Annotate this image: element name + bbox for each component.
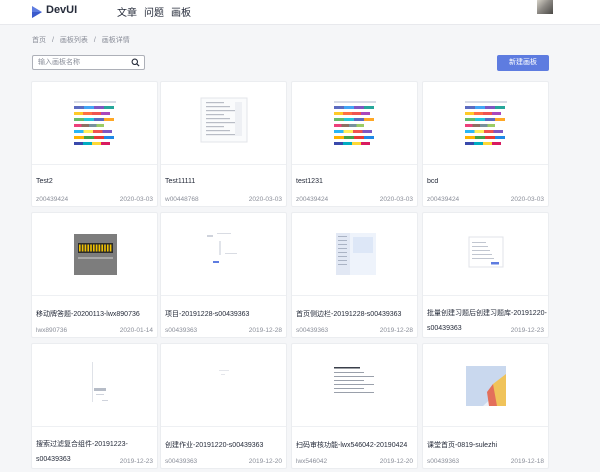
board-author: z00439424 — [36, 196, 69, 203]
breadcrumb-home[interactable]: 首页 — [32, 37, 46, 44]
board-title[interactable]: 课堂首页-0819-sulezhi — [427, 440, 547, 450]
board-card[interactable]: 移动牌答题-20200113-lwx890736 lwx890736 2020-01… — [31, 212, 158, 338]
board-title-text: bcd — [427, 178, 439, 185]
board-author: s00439363 — [165, 327, 198, 334]
board-card[interactable]: Test11111 w00448768 2020-03-03 — [160, 81, 287, 207]
board-date: 2019-12-20 — [379, 458, 413, 465]
board-title-text: 创建作业-20191220-s00439363 — [165, 442, 264, 449]
board-thumbnail[interactable] — [292, 82, 417, 165]
board-date: 2020-03-03 — [119, 196, 153, 203]
board-author: s00439363 — [165, 458, 198, 465]
board-thumbnail[interactable] — [161, 344, 286, 427]
board-title[interactable]: Test11111 — [165, 178, 285, 185]
nav-questions[interactable]: 问题 — [144, 4, 164, 19]
board-title[interactable]: 扫码审核功能-lwx546042-20190424 — [296, 440, 416, 450]
board-author: w00448768 — [165, 196, 199, 203]
board-title-text: 批量创建习题后创建习题库-20191220- — [427, 310, 547, 317]
board-thumbnail[interactable] — [161, 213, 286, 296]
user-avatar[interactable] — [537, 0, 553, 14]
board-date: 2020-01-14 — [119, 327, 153, 334]
board-title[interactable]: 首页侧边栏-20191228-s00439363 — [296, 309, 416, 319]
board-date: 2019-12-28 — [248, 327, 282, 334]
board-title[interactable]: Test2 — [36, 178, 156, 185]
board-thumbnail[interactable] — [292, 213, 417, 296]
board-thumbnail[interactable] — [423, 82, 548, 165]
board-date: 2020-03-03 — [379, 196, 413, 203]
board-author: z00439424 — [296, 196, 329, 203]
board-thumbnail[interactable] — [32, 344, 157, 427]
board-card[interactable]: Test2 z00439424 2020-03-03 — [31, 81, 158, 207]
board-thumbnail[interactable] — [32, 213, 157, 296]
board-card[interactable]: test1231 z00439424 2020-03-03 — [291, 81, 418, 207]
board-title-text: 搜索过滤复合组件-20191223- — [36, 441, 128, 448]
board-title-text: test1231 — [296, 178, 323, 185]
board-card[interactable]: 创建作业-20191220-s00439363 s00439363 2019-12-… — [160, 343, 287, 469]
board-author: lwx546042 — [296, 458, 328, 465]
board-title[interactable]: 项目-20191228-s00439363 — [165, 309, 285, 319]
board-thumbnail[interactable] — [292, 344, 417, 427]
board-card[interactable]: bcd z00439424 2020-03-03 — [422, 81, 549, 207]
board-title[interactable]: test1231 — [296, 178, 416, 185]
board-title-text: 课堂首页-0819-sulezhi — [427, 442, 498, 449]
board-card[interactable]: 扫码审核功能-lwx546042-20190424 lwx546042 2019-1… — [291, 343, 418, 469]
breadcrumb: 首页 / 画板列表 / 画板详情 — [32, 35, 134, 45]
breadcrumb-separator: / — [51, 37, 54, 44]
board-date: 2019-12-28 — [379, 327, 413, 334]
board-thumbnail[interactable] — [32, 82, 157, 165]
board-date: 2019-12-18 — [510, 458, 544, 465]
board-author: lwx890736 — [36, 327, 68, 334]
breadcrumb-board-list[interactable]: 画板列表 — [60, 37, 88, 44]
board-title-text: 扫码审核功能-lwx546042-20190424 — [296, 442, 408, 449]
board-card[interactable]: 课堂首页-0819-sulezhi s00439363 2019-12-18 — [422, 343, 549, 469]
devui-logo-icon[interactable] — [31, 5, 43, 19]
board-title-text: 首页侧边栏-20191228-s00439363 — [296, 311, 402, 318]
board-card[interactable]: 搜索过滤复合组件-20191223- s00439363 2019-12-23 — [31, 343, 158, 469]
board-author: s00439363 — [296, 327, 329, 334]
board-author: s00439363 — [427, 458, 460, 465]
search-input[interactable] — [33, 56, 134, 69]
board-title-text: 项目-20191228-s00439363 — [165, 311, 250, 318]
board-card[interactable]: 项目-20191228-s00439363 s00439363 2019-12-28 — [160, 212, 287, 338]
board-title-text: Test2 — [36, 178, 53, 185]
board-title-text: 移动牌答题-20200113-lwx890736 — [36, 311, 140, 318]
board-thumbnail[interactable] — [423, 213, 548, 296]
board-title-text: Test11111 — [165, 178, 196, 185]
board-date: 2019-12-20 — [248, 458, 282, 465]
nav-boards[interactable]: 画板 — [171, 4, 191, 19]
board-card[interactable]: 首页侧边栏-20191228-s00439363 s00439363 2019-12… — [291, 212, 418, 338]
top-navigation-bar: DevUI 文章 问题 画板 — [0, 0, 600, 25]
board-date: 2020-03-03 — [510, 196, 544, 203]
search-icon[interactable] — [131, 58, 140, 67]
new-board-button[interactable]: 新建画板 — [497, 55, 549, 71]
board-date: 2019-12-23 — [119, 458, 153, 465]
board-card[interactable]: 批量创建习题后创建习题库-20191220- s00439363 2019-12-2… — [422, 212, 549, 338]
board-date: 2020-03-03 — [248, 196, 282, 203]
nav-articles[interactable]: 文章 — [117, 4, 137, 19]
board-title[interactable]: 移动牌答题-20200113-lwx890736 — [36, 309, 156, 319]
board-date: 2019-12-23 — [510, 327, 544, 334]
brand-name[interactable]: DevUI — [46, 4, 77, 16]
search-box[interactable] — [32, 55, 145, 70]
board-title[interactable]: bcd — [427, 178, 547, 185]
board-thumbnail[interactable] — [161, 82, 286, 165]
breadcrumb-separator: / — [93, 37, 96, 44]
board-title[interactable]: 创建作业-20191220-s00439363 — [165, 440, 285, 450]
board-author: z00439424 — [427, 196, 460, 203]
breadcrumb-board-detail: 画板详情 — [101, 37, 130, 44]
board-thumbnail[interactable] — [423, 344, 548, 427]
